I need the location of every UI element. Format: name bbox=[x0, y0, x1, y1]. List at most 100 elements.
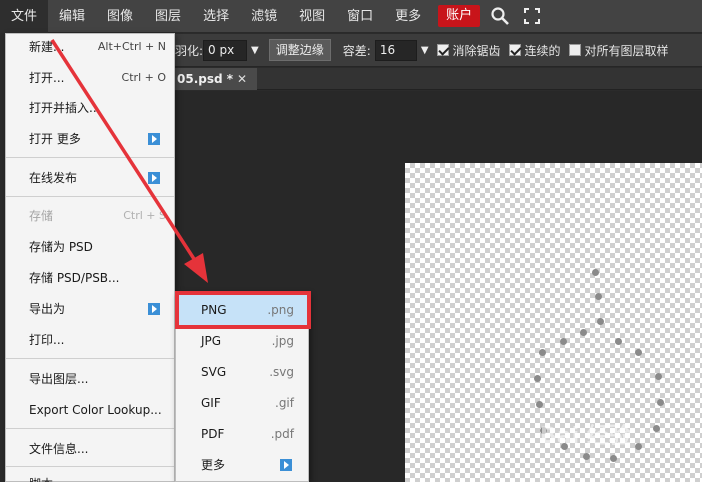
menu-item-label: 打开... bbox=[29, 71, 65, 85]
menu-item-publish-online[interactable]: 在线发布 bbox=[6, 166, 174, 190]
close-icon[interactable]: ✕ bbox=[237, 68, 247, 90]
export-jpg-item[interactable]: JPG .jpg bbox=[176, 326, 308, 357]
canvas-dot bbox=[635, 349, 642, 356]
menu-item-print[interactable]: 打印... bbox=[6, 328, 174, 352]
submenu-arrow-icon bbox=[148, 133, 160, 145]
menu-item-export-color-lookup[interactable]: Export Color Lookup... bbox=[6, 398, 174, 422]
menu-divider bbox=[6, 196, 174, 197]
file-menu: 新建... Alt+Ctrl + N 打开... Ctrl + O 打开并插入.… bbox=[5, 33, 175, 482]
submenu-arrow-icon bbox=[148, 172, 160, 184]
tolerance-dropdown-icon[interactable]: ▼ bbox=[421, 45, 429, 56]
canvas-dot bbox=[635, 443, 642, 450]
antialias-checkbox[interactable] bbox=[436, 44, 449, 56]
sample-all-layers-label: 对所有图层取样 bbox=[584, 43, 669, 58]
contiguous-label: 连续的 bbox=[524, 43, 561, 58]
account-button[interactable]: 账户 bbox=[438, 5, 481, 27]
menu-filter[interactable]: 滤镜 bbox=[240, 0, 288, 33]
export-format-name: PDF bbox=[201, 427, 225, 441]
menu-item-file-info[interactable]: 文件信息... bbox=[6, 437, 174, 461]
export-format-name: JPG bbox=[201, 334, 222, 348]
menu-window[interactable]: 窗口 bbox=[336, 0, 384, 33]
export-gif-item[interactable]: GIF .gif bbox=[176, 388, 308, 419]
options-bar: 羽化: 0 px ▼ 调整边缘 容差: 16 ▼ 消除锯齿 连续的 对所有图层取… bbox=[175, 34, 702, 67]
menu-file[interactable]: 文件 bbox=[0, 0, 49, 33]
export-svg-item[interactable]: SVG .svg bbox=[176, 357, 308, 388]
canvas-dot bbox=[610, 455, 617, 462]
tolerance-input[interactable]: 16 bbox=[374, 39, 417, 61]
canvas-dot bbox=[534, 375, 541, 382]
menu-item-open-and-insert[interactable]: 打开并插入... bbox=[6, 96, 174, 120]
menu-item-label: 打开 更多 bbox=[29, 132, 81, 146]
menu-more[interactable]: 更多 bbox=[384, 0, 432, 33]
menu-select[interactable]: 选择 bbox=[192, 0, 240, 33]
canvas-dot bbox=[580, 329, 587, 336]
menu-item-shortcut: Alt+Ctrl + N bbox=[97, 40, 166, 53]
document-tab-title: 05.psd * bbox=[177, 72, 234, 86]
menu-item-open[interactable]: 打开... Ctrl + O bbox=[6, 66, 174, 90]
export-pdf-item[interactable]: PDF .pdf bbox=[176, 419, 308, 450]
menu-divider bbox=[6, 466, 174, 467]
menu-item-new[interactable]: 新建... Alt+Ctrl + N bbox=[6, 35, 174, 59]
menu-layer[interactable]: 图层 bbox=[144, 0, 192, 33]
tolerance-label: 容差: bbox=[342, 43, 371, 58]
canvas-dot bbox=[583, 453, 590, 460]
menu-item-export-as[interactable]: 导出为 bbox=[6, 297, 174, 321]
canvas-dot bbox=[615, 338, 622, 345]
fullscreen-icon[interactable] bbox=[520, 0, 544, 33]
menu-divider bbox=[6, 428, 174, 429]
canvas-dot bbox=[539, 349, 546, 356]
export-more-item[interactable]: 更多 bbox=[176, 450, 308, 481]
submenu-arrow-icon bbox=[148, 303, 160, 315]
canvas-dot bbox=[592, 269, 599, 276]
contiguous-checkbox[interactable] bbox=[508, 44, 521, 56]
menu-divider bbox=[6, 157, 174, 158]
feather-dropdown-icon[interactable]: ▼ bbox=[251, 45, 259, 56]
menu-image[interactable]: 图像 bbox=[96, 0, 144, 33]
menu-item-label: 存储 bbox=[29, 209, 54, 223]
menu-view[interactable]: 视图 bbox=[288, 0, 336, 33]
export-format-ext: .gif bbox=[275, 396, 294, 410]
menu-divider bbox=[6, 358, 174, 359]
menu-item-label: 在线发布 bbox=[29, 171, 78, 185]
document-tab[interactable]: 05.psd * ✕ bbox=[175, 68, 257, 90]
feather-label: 羽化: bbox=[175, 43, 204, 58]
annotation-highlight-box bbox=[175, 291, 311, 329]
export-format-name: 更多 bbox=[201, 458, 226, 472]
menu-item-export-layers[interactable]: 导出图层... bbox=[6, 367, 174, 391]
menu-item-scripts[interactable]: 脚本 bbox=[6, 472, 174, 482]
canvas-dot bbox=[655, 373, 662, 380]
menu-item-label: 文件信息... bbox=[29, 442, 89, 456]
menu-item-shortcut: Ctrl + S bbox=[123, 209, 166, 222]
menu-item-label: Export Color Lookup... bbox=[29, 403, 162, 417]
menu-item-open-more[interactable]: 打开 更多 bbox=[6, 127, 174, 151]
menu-item-label: 存储 PSD/PSB... bbox=[29, 271, 120, 285]
export-format-name: GIF bbox=[201, 396, 221, 410]
export-format-ext: .svg bbox=[269, 365, 294, 379]
search-icon[interactable] bbox=[488, 0, 512, 33]
menu-item-label: 脚本 bbox=[29, 477, 53, 482]
antialias-label: 消除锯齿 bbox=[452, 43, 501, 58]
canvas-dot bbox=[536, 401, 543, 408]
menu-item-save-psd-psb[interactable]: 存储 PSD/PSB... bbox=[6, 266, 174, 290]
menu-item-label: 存储为 PSD bbox=[29, 240, 93, 254]
document-tab-bar: 05.psd * ✕ bbox=[175, 68, 702, 90]
feather-input[interactable]: 0 px bbox=[203, 39, 248, 61]
menu-item-label: 打印... bbox=[29, 333, 65, 347]
canvas-dot bbox=[653, 425, 660, 432]
export-format-ext: .jpg bbox=[271, 334, 294, 348]
canvas-dot bbox=[560, 338, 567, 345]
export-format-ext: .pdf bbox=[270, 427, 294, 441]
watermark: Bai 经验 bbox=[540, 424, 631, 449]
export-format-name: SVG bbox=[201, 365, 227, 379]
menu-item-save-as-psd[interactable]: 存储为 PSD bbox=[6, 235, 174, 259]
menu-item-label: 打开并插入... bbox=[29, 101, 101, 115]
menu-bar: 文件 编辑 图像 图层 选择 滤镜 视图 窗口 更多 账户 bbox=[0, 0, 702, 33]
menu-edit[interactable]: 编辑 bbox=[48, 0, 96, 33]
refine-edge-button[interactable]: 调整边缘 bbox=[268, 39, 331, 61]
sample-all-layers-checkbox[interactable] bbox=[568, 44, 581, 56]
menu-item-label: 导出为 bbox=[29, 302, 66, 316]
canvas-dot bbox=[595, 293, 602, 300]
menu-item-save: 存储 Ctrl + S bbox=[6, 204, 174, 228]
menu-item-label: 导出图层... bbox=[29, 372, 89, 386]
menu-item-label: 新建... bbox=[29, 40, 65, 54]
